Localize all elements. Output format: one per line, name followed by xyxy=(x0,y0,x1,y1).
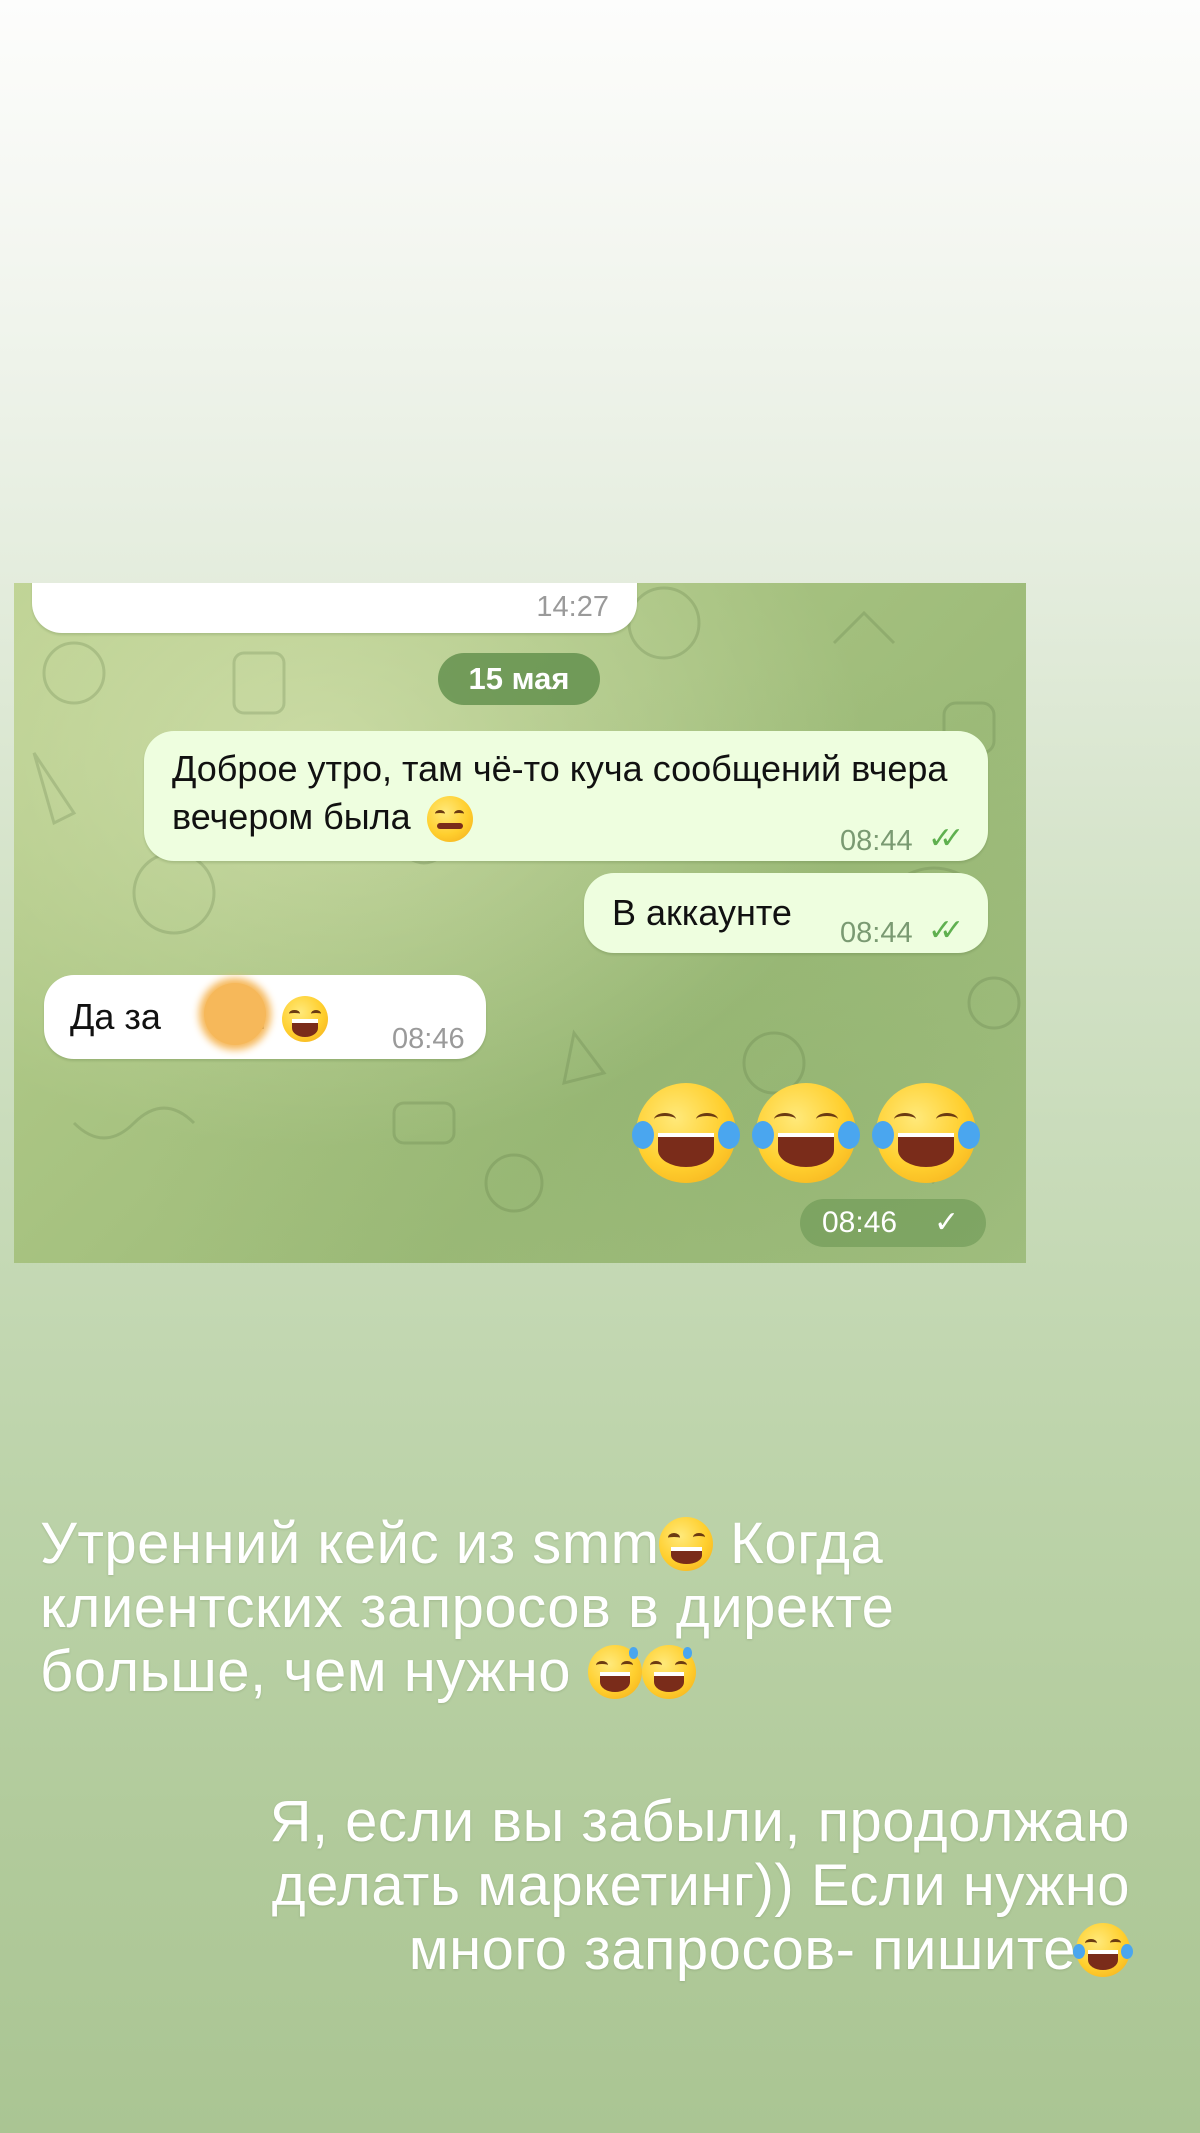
message-text: В аккаунте xyxy=(612,892,792,933)
caption-line-3: Я, если вы забыли, продолжаю делать марк… xyxy=(269,1789,1130,1982)
read-ticks-icon: ✓✓ xyxy=(928,822,964,855)
story-caption-2: Я, если вы забыли, продолжаю делать марк… xyxy=(210,1789,1134,1982)
melting-face-icon xyxy=(426,796,473,843)
previous-message-bubble[interactable]: 14:27 xyxy=(32,583,637,633)
incoming-message-bubble[interactable]: Да зали 08:46 xyxy=(44,975,486,1059)
message-text-content: Доброе утро, там чё-то куча сообщений вч… xyxy=(172,748,948,837)
message-text-start: Да за xyxy=(70,996,161,1037)
chat-screenshot: 14:27 15 мая Доброе утро, там чё-то куча… xyxy=(14,583,1026,1263)
emoji-message[interactable] xyxy=(632,1083,996,1187)
date-separator: 15 мая xyxy=(438,653,600,705)
message-time: 08:44 xyxy=(840,825,913,857)
message-text: Доброе утро, там чё-то куча сообщений вч… xyxy=(172,745,952,843)
sent-tick-icon: ✓ xyxy=(934,1206,960,1239)
face-with-tears-of-joy-icon xyxy=(872,1083,980,1183)
grinning-face-with-sweat-icon xyxy=(641,1645,696,1699)
face-with-tears-of-joy-icon xyxy=(632,1083,740,1183)
message-text: Да зали xyxy=(70,993,329,1043)
censor-blur xyxy=(204,983,266,1045)
emoji-message-meta: 08:46 ✓ xyxy=(800,1199,986,1247)
message-time: 14:27 xyxy=(536,591,609,623)
read-ticks-icon: ✓✓ xyxy=(928,914,964,947)
message-time: 08:44 xyxy=(840,917,913,949)
face-with-tears-of-joy-icon xyxy=(1072,1923,1134,1977)
message-time: 08:46 xyxy=(822,1206,898,1239)
message-time: 08:46 xyxy=(392,1023,465,1055)
zany-face-icon xyxy=(659,1517,714,1571)
outgoing-message-bubble[interactable]: В аккаунте 08:44 ✓✓ xyxy=(584,873,988,953)
caption-line-1: Утренний кейс из smm xyxy=(40,1511,660,1576)
outgoing-message-bubble[interactable]: Доброе утро, там чё-то куча сообщений вч… xyxy=(144,731,988,861)
face-with-tears-of-joy-icon xyxy=(752,1083,860,1183)
story-caption-1: Утренний кейс из smm Когда клиентских за… xyxy=(40,1512,940,1704)
face-with-tears-of-joy-icon xyxy=(282,996,329,1043)
grinning-face-with-sweat-icon xyxy=(587,1645,642,1699)
